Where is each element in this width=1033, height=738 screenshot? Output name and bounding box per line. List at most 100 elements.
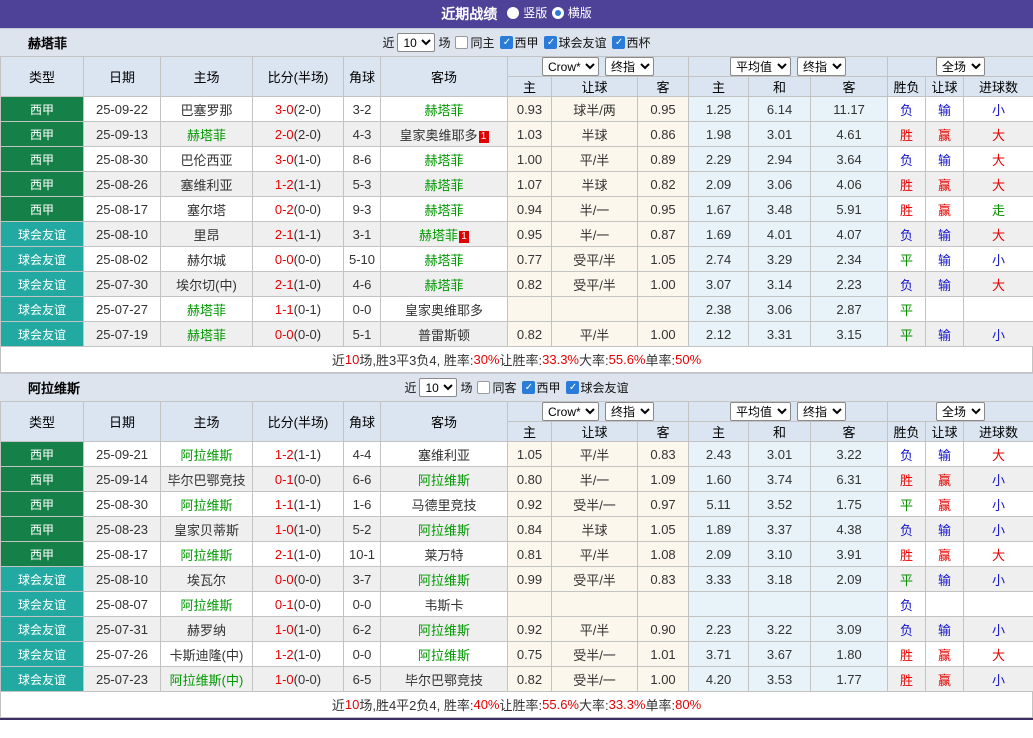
- match-type: 西甲: [1, 467, 84, 492]
- avg-home: 3.33: [689, 567, 749, 592]
- odds-handicap: 半/一: [552, 197, 638, 222]
- col-date: 日期: [84, 402, 161, 442]
- avg-draw: 6.14: [749, 97, 811, 122]
- team-label: 皇家奥维耶多: [405, 303, 483, 318]
- result-handicap: 赢: [926, 467, 964, 492]
- avg-home: 1.60: [689, 467, 749, 492]
- result-handicap: 赢: [926, 642, 964, 667]
- subcol-3: 主: [689, 77, 749, 97]
- recent-count-select[interactable]: 10: [397, 33, 435, 52]
- match-row: 西甲25-08-17阿拉维斯2-1(1-0)10-1莱万特0.81平/半1.08…: [1, 542, 1033, 567]
- filter-label: 同客: [492, 379, 516, 396]
- result-handicap: 输: [926, 222, 964, 247]
- odds-select-group: Crow* 终指: [508, 402, 689, 422]
- filter-checkbox-cup[interactable]: 西杯: [612, 34, 651, 51]
- result-outcome: 平: [888, 567, 926, 592]
- result-handicap: 输: [926, 567, 964, 592]
- odds-handicap: 球半/两: [552, 97, 638, 122]
- avg-final-select[interactable]: 终指: [797, 402, 846, 421]
- odds-home: [508, 592, 552, 617]
- subcol-6: 胜负: [888, 77, 926, 97]
- odds-away: [638, 297, 689, 322]
- odds-handicap: 平/半: [552, 442, 638, 467]
- recent-count-select[interactable]: 10: [419, 378, 457, 397]
- avg-provider-select[interactable]: 平均值: [730, 57, 791, 76]
- near-label: 近: [382, 34, 394, 51]
- checkbox-icon: [500, 36, 513, 49]
- corner-score: 5-10: [344, 247, 381, 272]
- match-type: 西甲: [1, 172, 84, 197]
- filter-checkbox-league[interactable]: 西甲: [500, 34, 539, 51]
- odds-handicap: 半球: [552, 122, 638, 147]
- filter-label: 西甲: [537, 379, 561, 396]
- corner-score: 4-3: [344, 122, 381, 147]
- team-label: 皇家贝蒂斯: [174, 523, 239, 538]
- avg-away: 11.17: [811, 97, 888, 122]
- match-row: 西甲25-08-30阿拉维斯1-1(1-1)1-6马德里竞技0.92受半/一0.…: [1, 492, 1033, 517]
- result-goals: [964, 592, 1033, 617]
- team-label: 赫罗纳: [187, 623, 226, 638]
- odds-away: 1.00: [638, 667, 689, 692]
- home-team: 阿拉维斯: [161, 542, 253, 567]
- odds-away: 0.97: [638, 492, 689, 517]
- corner-score: 1-6: [344, 492, 381, 517]
- avg-away: 2.23: [811, 272, 888, 297]
- avg-home: 2.43: [689, 442, 749, 467]
- odds-final-select[interactable]: 终指: [605, 57, 654, 76]
- odds-handicap: 平/半: [552, 542, 638, 567]
- match-type: 西甲: [1, 542, 84, 567]
- filter-checkbox-friendly[interactable]: 球会友谊: [566, 379, 629, 396]
- away-team: 阿拉维斯: [381, 517, 508, 542]
- away-team: 莱万特: [381, 542, 508, 567]
- avg-final-select[interactable]: 终指: [797, 57, 846, 76]
- subcol-4: 和: [749, 422, 811, 442]
- result-handicap: 输: [926, 442, 964, 467]
- team-label: 阿拉维斯: [180, 598, 232, 613]
- match-date: 25-09-22: [84, 97, 161, 122]
- layout-radio-vertical[interactable]: 竖版: [507, 4, 547, 21]
- subcol-2: 客: [638, 422, 689, 442]
- result-goals: 大: [964, 122, 1033, 147]
- result-outcome: 胜: [888, 667, 926, 692]
- away-team: 赫塔菲: [381, 197, 508, 222]
- col-date: 日期: [84, 57, 161, 97]
- scope-select[interactable]: 全场: [936, 402, 985, 421]
- avg-draw: 2.94: [749, 147, 811, 172]
- match-date: 25-08-30: [84, 147, 161, 172]
- subcol-7: 让球: [926, 422, 964, 442]
- match-date: 25-09-21: [84, 442, 161, 467]
- odds-away: 0.95: [638, 97, 689, 122]
- odds-provider-select[interactable]: Crow*: [542, 57, 599, 76]
- match-row: 球会友谊25-07-31赫罗纳1-0(1-0)6-2阿拉维斯0.92平/半0.9…: [1, 617, 1033, 642]
- odds-final-select[interactable]: 终指: [605, 402, 654, 421]
- team-label: 阿拉维斯: [418, 648, 470, 663]
- filter-checkbox-league[interactable]: 西甲: [522, 379, 561, 396]
- result-goals: 大: [964, 542, 1033, 567]
- match-score: 0-0(0-0): [253, 322, 344, 347]
- odds-handicap: 平/半: [552, 322, 638, 347]
- subcol-5: 客: [811, 77, 888, 97]
- avg-provider-select[interactable]: 平均值: [730, 402, 791, 421]
- summary-segment: 55.6%: [542, 697, 579, 712]
- result-goals: 小: [964, 617, 1033, 642]
- col-home: 主场: [161, 57, 253, 97]
- avg-draw: 3.48: [749, 197, 811, 222]
- match-date: 25-08-30: [84, 492, 161, 517]
- layout-radio-horizontal[interactable]: 横版: [552, 4, 592, 21]
- odds-home: 1.03: [508, 122, 552, 147]
- corner-score: 3-1: [344, 222, 381, 247]
- avg-home: [689, 592, 749, 617]
- scope-select[interactable]: 全场: [936, 57, 985, 76]
- result-goals: 小: [964, 247, 1033, 272]
- filter-checkbox-friendly[interactable]: 球会友谊: [544, 34, 607, 51]
- avg-draw: 3.06: [749, 172, 811, 197]
- radio-icon: [552, 7, 564, 19]
- checkbox-icon: [544, 36, 557, 49]
- avg-home: 1.69: [689, 222, 749, 247]
- filter-checkbox-same-away[interactable]: 同客: [477, 379, 516, 396]
- filter-checkbox-same-home[interactable]: 同主: [455, 34, 494, 51]
- corner-score: 8-6: [344, 147, 381, 172]
- odds-provider-select[interactable]: Crow*: [542, 402, 599, 421]
- summary-row: 近10场,胜3平3负4, 胜率:30% 让胜率:33.3% 大率:55.6% 单…: [0, 347, 1033, 373]
- odds-handicap: 受半/一: [552, 492, 638, 517]
